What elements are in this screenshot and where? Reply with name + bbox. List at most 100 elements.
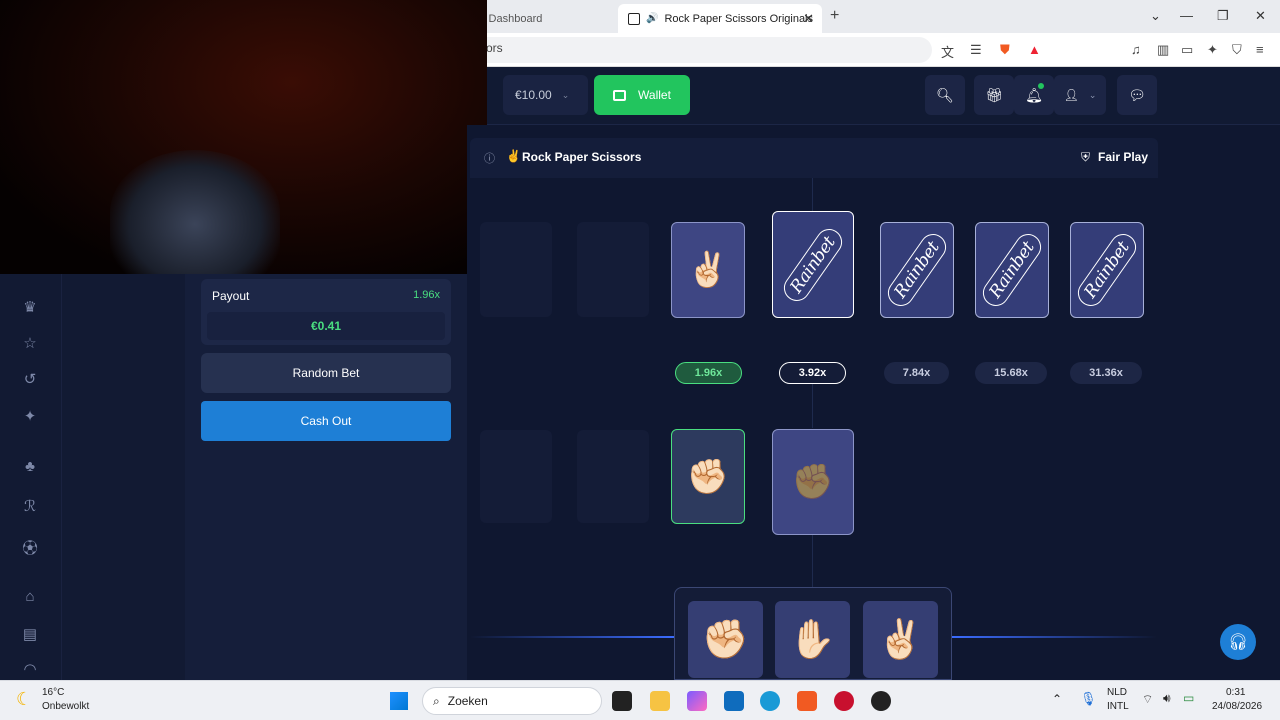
leo-ai-icon[interactable]: ✦ [1207, 42, 1218, 58]
vpn-icon[interactable]: ⛉ [1232, 42, 1242, 58]
info-icon[interactable]: ⓘ [484, 150, 495, 166]
app-icon[interactable] [834, 691, 854, 711]
language-code[interactable]: NLD [1107, 687, 1127, 698]
choice-paper-button[interactable]: ✋🏻 [775, 601, 850, 678]
rewards-button[interactable]: 🎁︎ [974, 75, 1014, 115]
site-favicon-icon [628, 12, 640, 25]
notifications-button[interactable]: 🔔︎ [1014, 75, 1054, 115]
tab-list-chevron-icon[interactable]: ⌄ [1150, 8, 1161, 24]
restore-button[interactable]: ❐ [1217, 8, 1229, 24]
copilot-icon[interactable] [687, 691, 707, 711]
multiplier-chip: 3.92x [779, 362, 846, 384]
brand-logo: Rainbet [977, 228, 1047, 312]
keyboard-layout[interactable]: INTL [1107, 701, 1129, 712]
multiplier-chip: 15.68x [975, 362, 1047, 384]
minimize-button[interactable]: — [1180, 8, 1193, 23]
connector-line [812, 178, 813, 212]
gift-icon: 🎁︎ [985, 86, 1003, 103]
weather-temperature[interactable]: 16°C [42, 687, 64, 698]
star-icon[interactable]: ☆ [20, 334, 40, 352]
headset-icon: 🎧︎ [1227, 634, 1249, 651]
connector-line [812, 384, 813, 428]
sparkle-icon[interactable]: ✦ [20, 407, 40, 425]
address-field[interactable] [470, 37, 932, 63]
brand-logo: Rainbet [1072, 228, 1142, 312]
brave-shields-icon[interactable]: ⛊ [1000, 42, 1010, 58]
crown-icon[interactable]: ♛ [20, 298, 40, 316]
raised-hand-icon: ✋🏻 [788, 618, 837, 661]
speaker-icon[interactable]: 🔊 [646, 13, 658, 24]
webcam-person-image [110, 150, 280, 274]
wifi-icon[interactable]: ⌔ [1142, 692, 1153, 707]
translate-icon[interactable]: ⽂ [941, 42, 954, 61]
file-explorer-icon[interactable] [650, 691, 670, 711]
past-card-placeholder [577, 430, 649, 523]
task-view-icon[interactable] [612, 691, 632, 711]
clock-time[interactable]: 0:31 [1226, 687, 1245, 698]
menu-icon[interactable]: ≡ [1256, 42, 1264, 57]
balance-selector[interactable]: €10.00 ⌄ [503, 75, 588, 115]
support-icon[interactable]: ◠ [20, 660, 40, 678]
wallet-icon [613, 89, 627, 101]
windows-start-button[interactable] [390, 692, 408, 710]
document-icon[interactable]: ▤ [20, 625, 40, 643]
past-card-placeholder [480, 430, 552, 523]
wallet-button[interactable]: Wallet [594, 75, 690, 115]
edge-icon[interactable] [760, 691, 780, 711]
sports-icon[interactable]: ⚽︎ [20, 537, 40, 558]
wallet-extension-icon[interactable]: ▭ [1181, 42, 1193, 58]
weather-description[interactable]: Onbewolkt [42, 701, 89, 712]
cherries-icon[interactable]: ♣ [20, 458, 40, 475]
tab-label: k Dashboard [480, 12, 543, 25]
search-icon: ⌕ [433, 693, 440, 708]
taskbar-search[interactable]: ⌕ Zoeken [422, 687, 602, 715]
player-card-pending: ✊ [772, 429, 854, 535]
house-card-hidden: Rainbet [772, 211, 854, 318]
clock-date[interactable]: 24/08/2026 [1212, 701, 1262, 712]
store-icon[interactable] [724, 691, 744, 711]
chevron-down-icon: ⌄ [561, 89, 570, 100]
player-card-rock: ✊🏻 [671, 429, 745, 524]
close-window-button[interactable]: ✕ [1255, 8, 1266, 24]
new-tab-button[interactable]: + [830, 7, 839, 25]
media-icon[interactable]: ♫ [1131, 42, 1141, 57]
sidebar-toggle-icon[interactable]: ▥ [1157, 42, 1169, 58]
victory-hand-icon: ✌🏻 [876, 618, 925, 661]
chat-button[interactable]: 💬︎ [1117, 75, 1157, 115]
shield-check-icon: ⛨ [1081, 150, 1091, 164]
chat-icon: 💬︎ [1128, 86, 1146, 103]
microphone-icon[interactable]: 🎙︎ [1080, 691, 1097, 707]
payout-amount: €0.41 [207, 312, 445, 340]
brave-icon[interactable] [797, 691, 817, 711]
search-placeholder: Zoeken [447, 694, 488, 708]
originals-icon[interactable]: ℛ [20, 497, 40, 515]
multiplier-chip: 1.96x [675, 362, 742, 384]
battery-icon[interactable]: ▭ [1183, 691, 1194, 705]
cash-out-button[interactable]: Cash Out [201, 401, 451, 441]
left-sidebar: ♛ ☆ ↺ ✦ ♣ ℛ ⚽︎ ⌂ ▤ ◠ [0, 274, 62, 680]
search-button[interactable]: 🔍︎ [925, 75, 965, 115]
site-header [470, 67, 1280, 125]
brave-rewards-icon[interactable]: ▲ [1028, 42, 1041, 57]
tab-rock-paper-scissors[interactable]: 🔊 Rock Paper Scissors Originals ✕ [618, 4, 822, 33]
tab-dashboard[interactable]: k Dashboard [470, 4, 618, 33]
choice-rock-button[interactable]: ✊🏻 [688, 601, 763, 678]
obs-icon[interactable] [871, 691, 891, 711]
past-card-placeholder [480, 222, 552, 317]
close-tab-icon[interactable]: ✕ [803, 11, 814, 27]
reader-mode-icon[interactable]: ☰ [970, 42, 982, 58]
victory-hand-icon: ✌ [506, 149, 521, 163]
choice-scissors-button[interactable]: ✌🏻 [863, 601, 938, 678]
tray-chevron-icon[interactable]: ⌃ [1052, 692, 1062, 706]
random-bet-button[interactable]: Random Bet [201, 353, 451, 393]
balance-value: €10.00 [515, 88, 552, 102]
victory-hand-icon: ✌🏻 [686, 251, 730, 289]
support-chat-button[interactable]: 🎧︎ [1220, 624, 1256, 660]
profile-button[interactable]: 👤︎ ⌄ [1054, 75, 1106, 115]
volume-icon[interactable]: 🔊︎ [1163, 691, 1171, 706]
multiplier-chip: 31.36x [1070, 362, 1142, 384]
fair-play-link[interactable]: Fair Play [1098, 150, 1148, 164]
gift-icon[interactable]: ⌂ [20, 588, 40, 605]
history-icon[interactable]: ↺ [20, 370, 40, 388]
bell-icon: 🔔︎ [1025, 86, 1043, 103]
